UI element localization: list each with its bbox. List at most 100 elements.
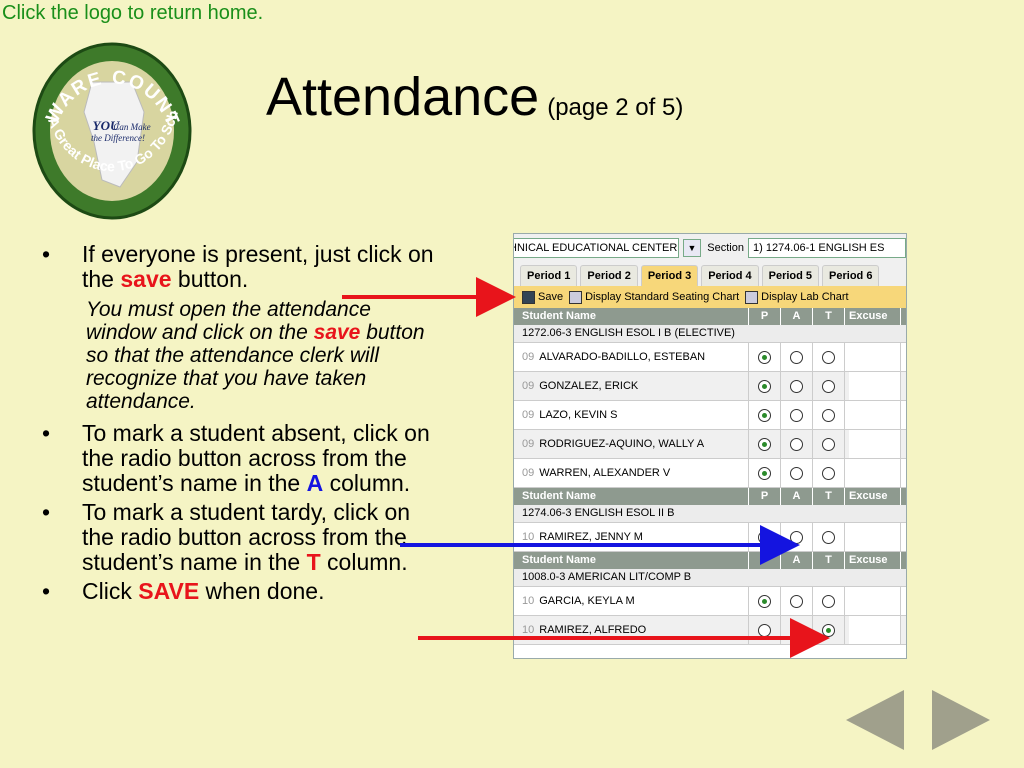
grade-level: 09 [522, 467, 535, 479]
svg-text:the Difference!: the Difference! [91, 133, 145, 143]
course-label: 1008.0-3 AMERICAN LIT/COMP B [514, 569, 906, 587]
excuse-field[interactable] [849, 459, 900, 487]
bullet-dot: • [42, 578, 51, 604]
table-row: 09 RODRIGUEZ-AQUINO, WALLY A [514, 430, 906, 459]
tardy-radio[interactable] [822, 594, 835, 608]
header-excuse: Excuse [845, 552, 901, 569]
student-name: RAMIREZ, ALFREDO [539, 624, 647, 636]
header-present: P [749, 552, 781, 569]
lab-chart-icon [745, 290, 759, 304]
save-keyword: SAVE [138, 578, 200, 604]
student-name: RAMIREZ, JENNY M [539, 531, 643, 543]
table-header: Student Name P A T Excuse [514, 308, 906, 325]
absent-radio[interactable] [790, 437, 803, 451]
absent-radio[interactable] [790, 350, 803, 364]
table-header: Student Name P A T Excuse [514, 488, 906, 505]
absent-radio[interactable] [790, 530, 803, 544]
ware-county-logo[interactable]: WARE COUNTY A Great Place To Go To Schoo… [25, 26, 192, 220]
save-button[interactable]: Save [522, 290, 563, 304]
table-header: Student Name P A T Excuse [514, 552, 906, 569]
present-radio[interactable] [758, 623, 771, 637]
present-radio[interactable] [758, 594, 771, 608]
seating-chart-button[interactable]: Display Standard Seating Chart [569, 290, 740, 304]
tardy-radio[interactable] [822, 437, 835, 451]
grade-level: 09 [522, 351, 535, 363]
present-radio[interactable] [758, 530, 771, 544]
student-name-cell: 10 GARCIA, KEYLA M [514, 587, 749, 615]
student-name: LAZO, KEVIN S [539, 409, 618, 421]
tab-period-6[interactable]: Period 6 [822, 265, 880, 286]
tardy-radio[interactable] [822, 530, 835, 544]
svg-text:Can Make: Can Make [113, 122, 150, 132]
table-row: 10 RAMIREZ, JENNY M [514, 523, 906, 552]
absent-radio[interactable] [790, 466, 803, 480]
present-radio[interactable] [758, 379, 771, 393]
tab-period-3[interactable]: Period 3 [640, 265, 699, 286]
excuse-field[interactable] [849, 616, 900, 644]
table-row: 09 WARREN, ALEXANDER V [514, 459, 906, 488]
absent-radio[interactable] [790, 408, 803, 422]
header-student-name: Student Name [514, 308, 749, 325]
grade-level: 10 [522, 624, 535, 636]
school-seal-icon: WARE COUNTY A Great Place To Go To Schoo… [25, 26, 192, 220]
bullet-dot: • [42, 241, 51, 267]
header-absent: A [781, 552, 813, 569]
table-row: 09 LAZO, KEVIN S [514, 401, 906, 430]
attendance-window-screenshot: HNICAL EDUCATIONAL CENTER ▼ Section 1) 1… [513, 233, 907, 659]
excuse-field[interactable] [849, 401, 900, 429]
tab-period-4[interactable]: Period 4 [701, 265, 759, 286]
next-slide-button[interactable] [932, 690, 990, 755]
absent-radio[interactable] [790, 379, 803, 393]
bullet-tardy: • To mark a student tardy, click on the … [42, 500, 442, 575]
header-excuse: Excuse [845, 308, 901, 325]
present-radio[interactable] [758, 350, 771, 364]
header-excuse: Excuse [845, 488, 901, 505]
header-tardy: T [813, 552, 845, 569]
chevron-down-icon[interactable]: ▼ [682, 239, 702, 257]
tardy-radio[interactable] [822, 350, 835, 364]
tab-period-5[interactable]: Period 5 [761, 265, 820, 286]
title-page-indicator: (page 2 of 5) [547, 94, 684, 121]
lab-chart-label: Display Lab Chart [761, 291, 849, 303]
header-absent: A [781, 488, 813, 505]
lab-chart-button[interactable]: Display Lab Chart [745, 290, 849, 304]
student-name: GONZALEZ, ERICK [539, 380, 639, 392]
tab-period-1[interactable]: Period 1 [520, 265, 578, 286]
previous-slide-button[interactable] [846, 690, 904, 755]
tardy-radio[interactable] [822, 466, 835, 480]
absent-column-keyword: A [306, 470, 324, 496]
excuse-field[interactable] [849, 343, 900, 371]
student-name: GARCIA, KEYLA M [539, 595, 635, 607]
grade-level: 09 [522, 380, 535, 392]
tardy-radio[interactable] [822, 623, 835, 637]
table-row: 10 RAMIREZ, ALFREDO [514, 616, 906, 645]
excuse-field[interactable] [849, 523, 900, 551]
tardy-radio[interactable] [822, 408, 835, 422]
excuse-field[interactable] [849, 372, 900, 400]
absent-radio[interactable] [790, 594, 803, 608]
present-radio[interactable] [758, 408, 771, 422]
present-radio[interactable] [758, 437, 771, 451]
header-present: P [749, 488, 781, 505]
seating-chart-label: Display Standard Seating Chart [585, 291, 740, 303]
student-name-cell: 09 WARREN, ALEXANDER V [514, 459, 749, 487]
section-label: Section [707, 242, 744, 254]
student-name: ALVARADO-BADILLO, ESTEBAN [539, 351, 706, 363]
present-radio[interactable] [758, 466, 771, 480]
attendance-toolbar: Save Display Standard Seating Chart Disp… [514, 286, 906, 308]
bullet-text: column. [320, 549, 408, 575]
excuse-field[interactable] [849, 430, 900, 458]
section-select[interactable]: 1) 1274.06-1 ENGLISH ES [748, 238, 906, 258]
floppy-disk-icon [522, 290, 535, 304]
header-tardy: T [813, 488, 845, 505]
school-select[interactable]: HNICAL EDUCATIONAL CENTER [514, 238, 679, 258]
save-keyword: save [313, 321, 361, 344]
tardy-radio[interactable] [822, 379, 835, 393]
triangle-right-icon [932, 690, 990, 750]
excuse-field[interactable] [849, 587, 900, 615]
seating-chart-icon [569, 290, 583, 304]
absent-radio[interactable] [790, 623, 803, 637]
tab-period-2[interactable]: Period 2 [580, 265, 638, 286]
student-name: RODRIGUEZ-AQUINO, WALLY A [539, 438, 705, 450]
grade-level: 09 [522, 438, 535, 450]
